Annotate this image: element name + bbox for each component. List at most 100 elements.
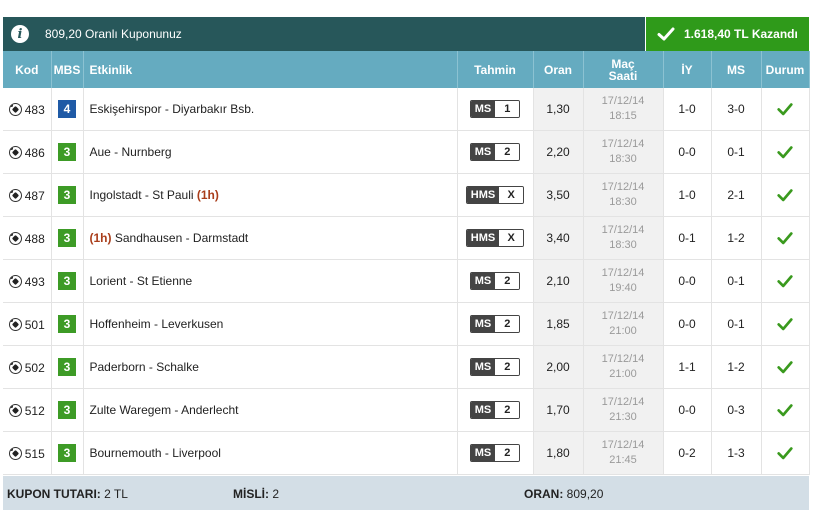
match-time: 19:40 bbox=[609, 282, 637, 294]
event-code-cell: 483 bbox=[3, 88, 52, 131]
halftime-score: 0-0 bbox=[663, 259, 712, 303]
prediction-value: 2 bbox=[495, 316, 520, 332]
mbs-cell: 3 bbox=[51, 388, 84, 432]
halftime-score: 0-2 bbox=[663, 431, 712, 475]
prediction-type: MS bbox=[470, 445, 496, 461]
prediction-cell: MS 1 bbox=[457, 88, 534, 131]
match-date: 17/12/14 bbox=[601, 310, 645, 322]
table-row[interactable]: 493 3 Lorient - St Etienne MS 2 2,10 17/12/14 1… bbox=[3, 259, 810, 303]
table-row[interactable]: 502 3 Paderborn - Schalke MS 2 2,00 17/12/14 21… bbox=[3, 345, 810, 389]
table-row[interactable]: 488 3 (1h) Sandhausen - Darmstadt HMS X 3,40 1… bbox=[3, 216, 810, 260]
event-name[interactable]: Eskişehirspor - Diyarbakır Bsb. bbox=[90, 102, 255, 116]
mbs-cell: 3 bbox=[51, 431, 84, 475]
prediction-value: 2 bbox=[495, 445, 520, 461]
checkmark-icon bbox=[777, 103, 793, 116]
table-row[interactable]: 487 3 Ingolstadt - St Pauli (1h) HMS X 3,50 17… bbox=[3, 173, 810, 217]
checkmark-icon bbox=[777, 361, 793, 374]
match-time-cell: 17/12/14 18:30 bbox=[583, 173, 664, 217]
soccer-ball-icon bbox=[8, 403, 22, 417]
match-time-cell: 17/12/14 19:40 bbox=[583, 259, 664, 303]
match-date: 17/12/14 bbox=[601, 396, 645, 408]
soccer-ball-icon bbox=[8, 102, 22, 116]
table-row[interactable]: 486 3 Aue - Nurnberg MS 2 2,20 17/12/14 18:30 0-… bbox=[3, 130, 810, 174]
mbs-badge: 3 bbox=[58, 186, 76, 204]
event-name[interactable]: Sandhausen - Darmstadt bbox=[115, 231, 248, 245]
match-time: 21:45 bbox=[609, 454, 637, 466]
event-name[interactable]: Aue - Nurnberg bbox=[90, 145, 172, 159]
mbs-cell: 3 bbox=[51, 345, 84, 389]
coupon-table: Kod MBS Etkinlik Tahmin Oran Maç Saati İY… bbox=[3, 51, 810, 475]
col-header-tahmin: Tahmin bbox=[457, 51, 534, 88]
soccer-ball-icon bbox=[8, 274, 22, 288]
event-code-cell: 486 bbox=[3, 130, 52, 174]
half-prefix: (1h) bbox=[89, 231, 115, 245]
coupon-header-bar: i 809,20 Oranlı Kuponunuz bbox=[3, 17, 645, 51]
match-time: 21:00 bbox=[609, 368, 637, 380]
checkmark-icon bbox=[777, 232, 793, 245]
odds-cell: 1,30 bbox=[533, 88, 584, 131]
prediction-value: 2 bbox=[495, 144, 520, 160]
halftime-score: 1-1 bbox=[663, 345, 712, 389]
event-cell: Eskişehirspor - Diyarbakır Bsb. bbox=[83, 88, 458, 131]
fulltime-score: 1-3 bbox=[711, 431, 762, 475]
status-cell bbox=[761, 173, 810, 217]
halftime-score: 0-1 bbox=[663, 216, 712, 260]
event-code-cell: 493 bbox=[3, 259, 52, 303]
event-cell: Paderborn - Schalke bbox=[83, 345, 458, 389]
prediction-value: 2 bbox=[495, 402, 520, 418]
event-code: 502 bbox=[24, 360, 45, 375]
prediction-cell: MS 2 bbox=[457, 259, 534, 303]
status-cell bbox=[761, 388, 810, 432]
prediction-cell: HMS X bbox=[457, 173, 534, 217]
table-row[interactable]: 515 3 Bournemouth - Liverpool MS 2 1,80 17/12/… bbox=[3, 431, 810, 475]
prediction-pill: MS 2 bbox=[469, 358, 521, 376]
prediction-value: 2 bbox=[495, 359, 520, 375]
event-name[interactable]: Lorient - St Etienne bbox=[90, 274, 193, 288]
mbs-badge: 3 bbox=[58, 315, 76, 333]
halftime-score: 1-0 bbox=[663, 173, 712, 217]
prediction-pill: MS 2 bbox=[469, 272, 521, 290]
event-code: 488 bbox=[24, 231, 45, 246]
prediction-pill: HMS X bbox=[465, 186, 525, 204]
event-name[interactable]: Bournemouth - Liverpool bbox=[90, 446, 221, 460]
mbs-badge: 4 bbox=[58, 100, 76, 118]
mbs-cell: 3 bbox=[51, 173, 84, 217]
status-cell bbox=[761, 216, 810, 260]
event-code: 486 bbox=[24, 145, 45, 160]
table-row[interactable]: 483 4 Eskişehirspor - Diyarbakır Bsb. MS 1 1,… bbox=[3, 88, 810, 131]
info-icon[interactable]: i bbox=[11, 25, 29, 43]
soccer-ball-icon bbox=[8, 231, 22, 245]
match-time-cell: 17/12/14 18:30 bbox=[583, 216, 664, 260]
match-date: 17/12/14 bbox=[601, 439, 645, 451]
fulltime-score: 0-1 bbox=[711, 259, 762, 303]
mbs-badge: 3 bbox=[58, 272, 76, 290]
match-time-cell: 17/12/14 21:45 bbox=[583, 431, 664, 475]
event-code: 515 bbox=[24, 446, 45, 461]
event-name[interactable]: Hoffenheim - Leverkusen bbox=[90, 317, 224, 331]
table-row[interactable]: 501 3 Hoffenheim - Leverkusen MS 2 1,85 17/12/… bbox=[3, 302, 810, 346]
match-date: 17/12/14 bbox=[601, 138, 645, 150]
match-time: 18:30 bbox=[609, 153, 637, 165]
table-row[interactable]: 512 3 Zulte Waregem - Anderlecht MS 2 1,70 17/… bbox=[3, 388, 810, 432]
prediction-type: MS bbox=[470, 316, 496, 332]
prediction-type: MS bbox=[470, 359, 496, 375]
col-header-oran: Oran bbox=[533, 51, 584, 88]
mbs-cell: 3 bbox=[51, 302, 84, 346]
event-name[interactable]: Paderborn - Schalke bbox=[90, 360, 199, 374]
match-time-cell: 17/12/14 18:30 bbox=[583, 130, 664, 174]
multiple-info: MİSLİ: 2 bbox=[233, 487, 280, 501]
event-code: 487 bbox=[24, 188, 45, 203]
match-time: 18:30 bbox=[609, 239, 637, 251]
halftime-score: 0-0 bbox=[663, 302, 712, 346]
prediction-cell: MS 2 bbox=[457, 345, 534, 389]
soccer-ball-icon bbox=[8, 317, 22, 331]
mbs-cell: 4 bbox=[51, 88, 84, 131]
col-header-etkinlik: Etkinlik bbox=[83, 51, 458, 88]
event-name[interactable]: Zulte Waregem - Anderlecht bbox=[90, 403, 239, 417]
status-cell bbox=[761, 431, 810, 475]
match-time: 18:15 bbox=[609, 110, 637, 122]
checkmark-icon bbox=[777, 146, 793, 159]
col-header-iy: İY bbox=[663, 51, 712, 88]
event-name[interactable]: Ingolstadt - St Pauli bbox=[90, 188, 197, 202]
col-header-kod: Kod bbox=[3, 51, 52, 88]
